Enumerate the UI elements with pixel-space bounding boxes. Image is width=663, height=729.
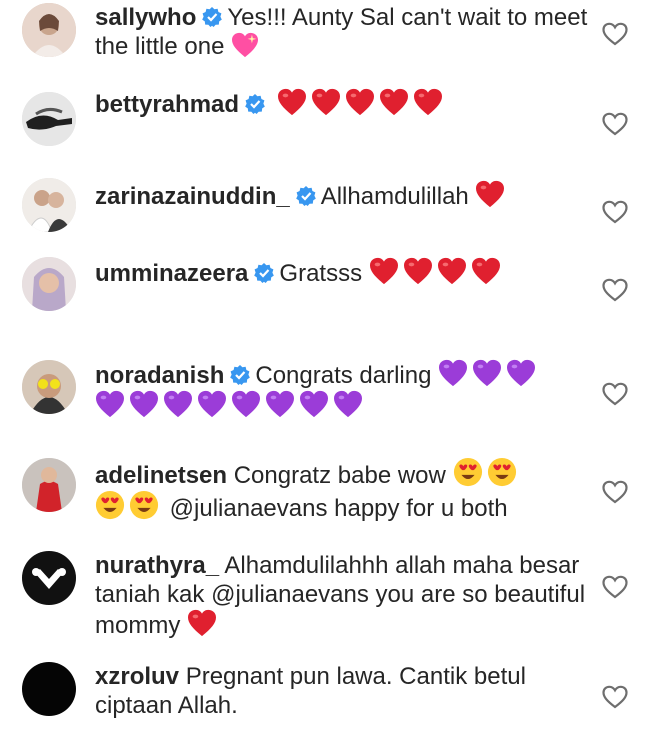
username[interactable]: sallywho xyxy=(95,4,196,31)
avatar[interactable] xyxy=(22,178,76,232)
username[interactable]: adelinetsen xyxy=(95,462,227,489)
like-heart-icon[interactable] xyxy=(602,200,628,224)
comment-text: Congratz babe wow xyxy=(233,462,446,489)
heart-eyes-icon xyxy=(129,490,159,520)
username[interactable]: xzroluv xyxy=(95,663,179,690)
comment-text: Congrats darling xyxy=(255,362,432,389)
verified-badge-icon xyxy=(202,7,222,27)
verified-badge-icon xyxy=(230,365,250,385)
red-heart-icon xyxy=(187,609,217,637)
username[interactable]: bettyrahmad xyxy=(95,91,239,118)
comment-body: bettyrahmad xyxy=(95,88,603,119)
verified-badge-icon xyxy=(245,94,265,114)
purple-heart-icon xyxy=(129,390,159,418)
purple-heart-icon xyxy=(333,390,363,418)
comment-item: zarinazainuddin_ Allhamdulillah xyxy=(0,165,663,250)
comment-item: noradanish Congrats darling xyxy=(0,345,663,450)
avatar[interactable] xyxy=(22,662,76,716)
avatar[interactable] xyxy=(22,360,76,414)
purple-heart-icon xyxy=(231,390,261,418)
comment-item: adelinetsen Congratz babe wow @julianaev… xyxy=(0,450,663,545)
like-heart-icon[interactable] xyxy=(602,382,628,406)
avatar[interactable] xyxy=(22,92,76,146)
purple-heart-icon xyxy=(163,390,193,418)
avatar[interactable] xyxy=(22,257,76,311)
avatar[interactable] xyxy=(22,458,76,512)
like-heart-icon[interactable] xyxy=(602,112,628,136)
like-heart-icon[interactable] xyxy=(602,22,628,46)
comment-item: umminazeera Gratsss xyxy=(0,250,663,345)
heart-eyes-icon xyxy=(95,490,125,520)
comment-body: zarinazainuddin_ Allhamdulillah xyxy=(95,180,603,211)
comment-text-continued: happy for u both xyxy=(334,495,508,522)
comment-text: Allhamdulillah xyxy=(320,183,469,210)
purple-heart-icon xyxy=(299,390,329,418)
like-heart-icon[interactable] xyxy=(602,278,628,302)
comment-body: noradanish Congrats darling xyxy=(95,359,603,421)
mention-link[interactable]: @julianaevans xyxy=(170,495,328,522)
verified-badge-icon xyxy=(254,263,274,283)
verified-badge-icon xyxy=(296,186,316,206)
red-heart-icon xyxy=(437,257,467,285)
red-heart-icon xyxy=(311,88,341,116)
username[interactable]: nurathyra_ xyxy=(95,552,219,579)
comment-item: nurathyra_ Alhamdulilahhh allah maha bes… xyxy=(0,545,663,650)
heart-eyes-icon xyxy=(487,457,517,487)
red-heart-icon xyxy=(413,88,443,116)
comment-item: bettyrahmad xyxy=(0,80,663,165)
purple-heart-icon xyxy=(197,390,227,418)
heart-eyes-icon xyxy=(453,457,483,487)
avatar[interactable] xyxy=(22,551,76,605)
username[interactable]: zarinazainuddin_ xyxy=(95,183,290,210)
red-heart-icon xyxy=(345,88,375,116)
avatar[interactable] xyxy=(22,3,76,57)
purple-heart-icon xyxy=(265,390,295,418)
red-heart-icon xyxy=(379,88,409,116)
comment-body: xzroluv Pregnant pun lawa. Cantik betul … xyxy=(95,662,603,720)
comment-body: umminazeera Gratsss xyxy=(95,257,603,288)
red-heart-icon xyxy=(475,180,505,208)
red-heart-icon xyxy=(369,257,399,285)
username[interactable]: noradanish xyxy=(95,362,224,389)
username[interactable]: umminazeera xyxy=(95,260,248,287)
purple-heart-icon xyxy=(506,359,536,387)
purple-heart-icon xyxy=(472,359,502,387)
red-heart-icon xyxy=(471,257,501,285)
like-heart-icon[interactable] xyxy=(602,685,628,709)
red-heart-icon xyxy=(277,88,307,116)
comment-body: sallywho Yes!!! Aunty Sal can't wait to m… xyxy=(95,3,603,61)
mention-link[interactable]: @julianaevans xyxy=(211,581,369,608)
like-heart-icon[interactable] xyxy=(602,575,628,599)
red-heart-icon xyxy=(403,257,433,285)
comment-item: xzroluv Pregnant pun lawa. Cantik betul … xyxy=(0,650,663,729)
comment-item: sallywho Yes!!! Aunty Sal can't wait to m… xyxy=(0,0,663,80)
purple-heart-icon xyxy=(438,359,468,387)
purple-heart-icon xyxy=(95,390,125,418)
sparkling-heart-icon xyxy=(231,32,259,58)
comment-text: Gratsss xyxy=(279,260,363,287)
like-heart-icon[interactable] xyxy=(602,480,628,504)
comment-body: nurathyra_ Alhamdulilahhh allah maha bes… xyxy=(95,551,603,640)
comment-body: adelinetsen Congratz babe wow @julianaev… xyxy=(95,457,603,523)
